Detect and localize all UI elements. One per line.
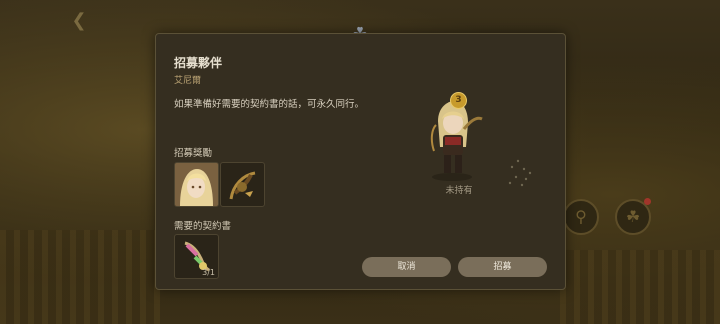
star-badge: 3 — [450, 92, 467, 109]
reward-weapon-slot[interactable] — [220, 162, 265, 207]
character-name: 艾尼爾 — [174, 76, 202, 86]
reward-portrait-slot[interactable] — [174, 162, 219, 207]
recruit-dialog: 招募夥伴 艾尼爾 如果準備好需要的契約書的話，可永久同行。 招募獎勵 需要的契約… — [155, 33, 566, 290]
background-shelf-left — [0, 230, 160, 324]
recruit-button[interactable]: 招募 — [458, 257, 547, 277]
contract-label: 需要的契約書 — [174, 221, 232, 232]
notification-dot — [644, 198, 651, 205]
back-arrow-icon[interactable]: ❮ — [68, 10, 90, 32]
contract-slot[interactable]: 3/1 — [174, 234, 219, 279]
portrait-icon — [175, 163, 218, 206]
weapon-icon — [229, 171, 256, 200]
contract-count: 3/1 — [202, 268, 215, 277]
ownership-status: 未持有 — [445, 186, 473, 196]
dialog-description: 如果準備好需要的契約書的話，可永久同行。 — [174, 99, 365, 110]
rewards-label: 招募獎勵 — [174, 148, 213, 159]
dialog-title: 招募夥伴 — [174, 56, 223, 70]
cancel-button[interactable]: 取消 — [362, 257, 451, 277]
magnifier-icon[interactable]: ⚲ — [563, 199, 599, 235]
background-shelf-right — [560, 250, 720, 324]
